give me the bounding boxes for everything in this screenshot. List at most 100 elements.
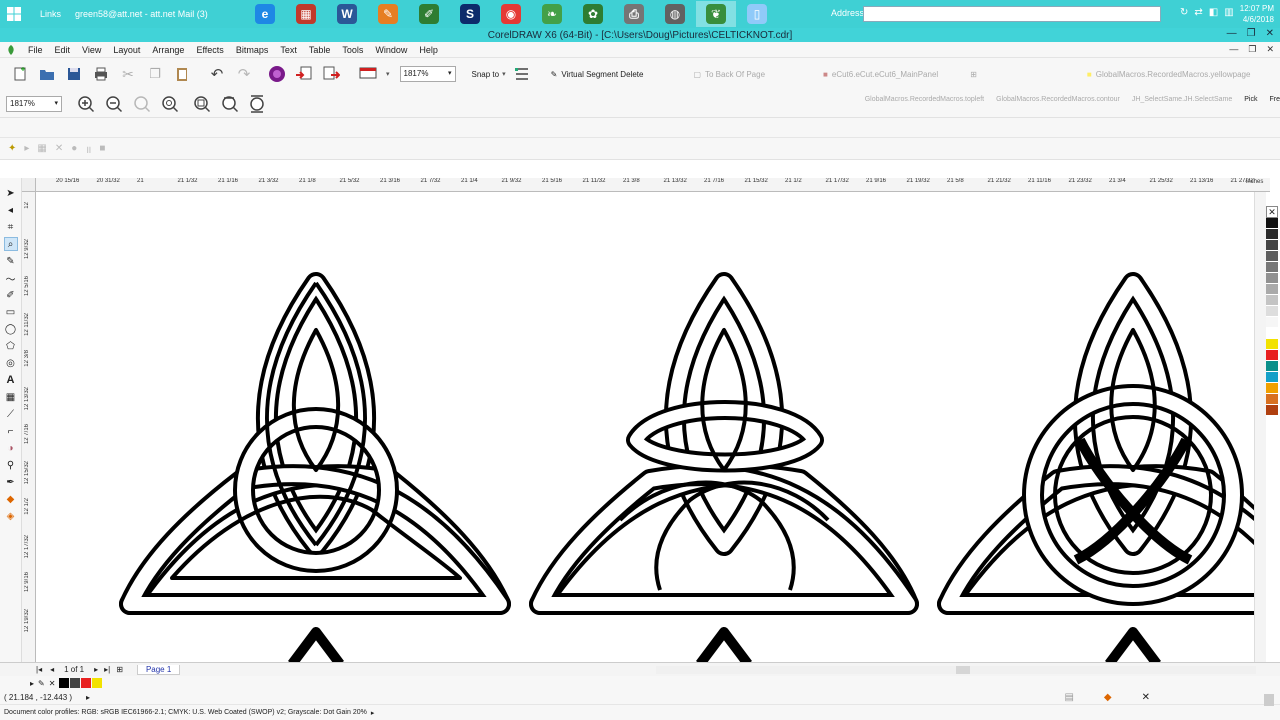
smart-drawing-tool[interactable]: 〜 [4,271,18,286]
search-content-button[interactable] [265,62,289,86]
zoom-levels-combo[interactable]: 1817% ▾ [6,95,62,112]
recorded-macro-button[interactable]: ⊞ [970,70,977,79]
next-row-knot-top[interactable] [288,627,344,662]
save-button[interactable] [62,62,86,86]
property-macro-button[interactable]: JH_SelectSame.JH.SelectSame [1132,96,1232,103]
application-launcher-button[interactable] [356,62,380,86]
property-macro-button[interactable]: Fre [1270,96,1280,103]
last-page-button[interactable]: ▸| [104,665,110,674]
document-color-swatch[interactable] [92,678,103,688]
celtic-knot-drawing[interactable] [36,192,1254,662]
network-tray-icon[interactable]: ▥ [1224,7,1233,18]
ellipse-tool[interactable]: ◯ [4,322,18,336]
taskbar-app-button[interactable]: e [245,1,285,27]
color-swatch[interactable] [1266,350,1278,361]
new-document-button[interactable] [8,62,32,86]
doc-restore-button[interactable]: ❐ [1248,44,1256,55]
launcher-dropdown-icon[interactable]: ▾ [386,70,390,78]
crop-tool[interactable]: ⌗ [4,220,18,234]
zoom-level-select[interactable]: 1817% ▾ [399,66,456,82]
fill-indicator-icon[interactable]: ▤ [1064,692,1073,703]
document-color-swatch[interactable] [81,678,92,688]
ecut-macro-button[interactable]: ■ eCut6.eCut.eCut6_MainPanel [823,70,938,79]
macro-square-icon[interactable]: ■ [99,143,105,154]
taskbar-app-button[interactable]: ✐ [409,1,449,27]
add-page-button[interactable]: ⊞ [116,665,123,674]
paste-button[interactable] [170,62,194,86]
connector-tool[interactable]: ⌐ [4,424,18,438]
print-button[interactable] [89,62,113,86]
pick-tool[interactable]: ➤ [4,186,18,200]
document-color-swatch[interactable] [59,678,70,688]
copy-button[interactable]: ❐ [143,62,167,86]
resize-grip-icon[interactable] [1264,694,1274,706]
restore-button[interactable]: ❐ [1247,28,1256,39]
cut-button[interactable]: ✂ [116,62,140,86]
vertical-scrollbar[interactable] [1254,192,1266,662]
expand-status-icon[interactable]: ▸ [86,693,90,702]
menu-layout[interactable]: Layout [107,45,146,55]
taskbar-app-button[interactable]: ◉ [491,1,531,27]
horizontal-ruler[interactable]: inches 20 15/16 20 31/32 21 21 1/32 21 1/16 2… [22,178,1270,192]
outline-tool[interactable]: ✒ [4,475,18,489]
eyedropper-tool[interactable]: ⚲ [4,458,18,472]
color-swatch[interactable] [1266,306,1278,317]
taskbar-app-button[interactable]: ❦ [696,1,737,27]
zoom-to-all-objects-button[interactable] [158,92,182,116]
color-swatch[interactable] [1266,317,1278,328]
doc-palette-none-icon[interactable]: ✕ [49,679,56,688]
first-page-button[interactable]: |◂ [36,665,42,674]
zoom-tool[interactable]: ⌕ [3,237,18,251]
dimension-tool[interactable]: ⟋ [4,407,18,421]
outline-none-icon[interactable]: ✕ [1142,692,1150,703]
macro-pause-icon[interactable]: ॥ [85,142,91,156]
expand-profiles-icon[interactable]: ▸ [371,709,375,717]
taskbar-app-button[interactable]: S [450,1,490,27]
coreldraw-logo-icon[interactable] [0,44,22,55]
shape-tool[interactable]: ◂ [4,203,18,217]
zoom-in-button[interactable] [74,92,98,116]
artistic-media-tool[interactable]: ✐ [4,288,18,302]
triquetra-knot-simple[interactable] [119,272,511,615]
taskbar-app-button[interactable]: ▦ [286,1,326,27]
color-swatch[interactable] [1266,273,1278,284]
refresh-icon[interactable]: ↻ [1180,7,1188,18]
next-page-button[interactable]: ▸ [94,665,98,674]
triquetra-knot-circle[interactable] [937,272,1254,615]
taskbar-app-button[interactable]: ▯ [737,1,777,27]
snap-to-button[interactable]: Snap to [472,70,500,79]
doc-close-button[interactable]: ✕ [1266,44,1274,55]
doc-minimize-button[interactable]: — [1229,44,1238,55]
menu-table[interactable]: Table [303,45,337,55]
previous-page-button[interactable]: ◂ [50,665,54,674]
macro-stop-icon[interactable]: ✕ [55,143,63,154]
color-swatch[interactable] [1266,284,1278,295]
color-swatch[interactable] [1266,372,1278,383]
to-back-of-page-button[interactable]: ▢ To Back Of Page [693,70,765,79]
taskbar-app-button[interactable]: ⎙ [614,1,654,27]
polygon-tool[interactable]: ⬠ [4,339,18,353]
color-swatch[interactable] [1266,394,1278,405]
macro-gear-icon[interactable]: ✦ [8,143,16,154]
fill-bucket-status-icon[interactable]: ◆ [1104,692,1112,703]
menu-help[interactable]: Help [413,45,444,55]
zoom-to-selected-button[interactable] [130,92,154,116]
rectangle-tool[interactable]: ▭ [4,305,18,319]
open-button[interactable] [35,62,59,86]
basic-shapes-tool[interactable]: ◎ [4,356,18,370]
undo-button[interactable]: ↶ [205,62,229,86]
fill-tool[interactable]: ◆ [4,492,18,506]
menu-effects[interactable]: Effects [190,45,229,55]
menu-bitmaps[interactable]: Bitmaps [230,45,275,55]
menu-tools[interactable]: Tools [336,45,369,55]
blend-tool[interactable]: ◑ [4,441,18,455]
menu-view[interactable]: View [76,45,107,55]
links-toolbar-label[interactable]: Links [40,9,61,19]
macro-save-icon[interactable]: ▦ [37,143,46,154]
color-swatch[interactable] [1266,295,1278,306]
vertical-ruler[interactable]: 12 12 9/32 12 5/16 12 11/32 12 3/8 12 13/32 12… [22,192,36,662]
minimize-button[interactable]: — [1227,28,1237,39]
taskbar-app-button[interactable]: ✿ [573,1,613,27]
redo-button[interactable]: ↷ [232,62,256,86]
menu-text[interactable]: Text [274,45,303,55]
